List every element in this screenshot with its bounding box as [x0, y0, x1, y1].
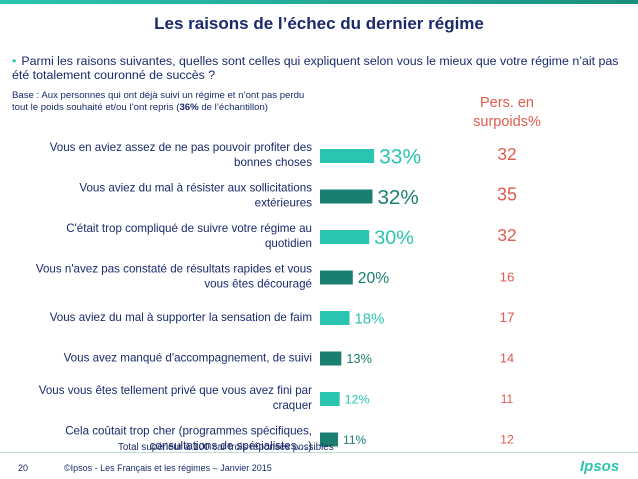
category-label: C'était trop compliqué de suivre votre r… [66, 222, 312, 235]
bar [320, 230, 370, 244]
bar [320, 189, 373, 204]
category-label: Vous avez manqué d'accompagnement, de su… [64, 352, 312, 365]
page-number: 20 [18, 463, 29, 473]
overweight-value: 35 [497, 185, 517, 205]
overweight-value: 14 [500, 351, 514, 366]
source-text: ©Ipsos - Les Français et les régimes – J… [64, 463, 272, 473]
category-label: Vous aviez du mal à résister aux sollici… [79, 182, 312, 195]
bar [320, 270, 353, 285]
overweight-value: 11 [501, 392, 514, 406]
footer: 20 ©Ipsos - Les Français et les régimes … [0, 452, 638, 479]
bar [320, 311, 350, 325]
value-label: 32% [377, 186, 418, 209]
overweight-value: 16 [500, 270, 515, 285]
bar [320, 149, 375, 163]
category-label: extérieures [255, 197, 313, 210]
bar [320, 392, 340, 406]
value-label: 30% [374, 227, 414, 249]
overweight-value: 12 [500, 433, 514, 447]
category-label: quotidien [265, 237, 312, 250]
overweight-value: 32 [497, 144, 516, 164]
category-label: Cela coûtait trop cher (programmes spéci… [65, 425, 312, 438]
overweight-value: 32 [497, 225, 516, 245]
overweight-value: 17 [499, 310, 514, 325]
bar [320, 351, 342, 366]
value-label: 20% [358, 270, 389, 287]
category-label: vous êtes découragé [204, 278, 312, 291]
category-label: Vous en aviez assez de ne pas pouvoir pr… [50, 141, 313, 154]
ipsos-logo: Ipsos [580, 458, 620, 475]
category-label: Vous vous êtes tellement privé que vous … [39, 384, 312, 397]
category-label: bonnes choses [234, 156, 312, 169]
bar-chart: Vous en aviez assez de ne pas pouvoir pr… [36, 141, 517, 453]
category-label: Vous n'avez pas constaté de résultats ra… [36, 263, 312, 276]
category-label: Vous aviez du mal à supporter la sensati… [50, 311, 312, 324]
value-label: 13% [346, 351, 372, 366]
value-label: 12% [345, 392, 370, 406]
value-label: 33% [379, 146, 421, 169]
category-label: craquer [273, 399, 312, 412]
slide: Les raisons de l’échec du dernier régime… [0, 0, 638, 478]
value-label: 18% [355, 311, 385, 327]
